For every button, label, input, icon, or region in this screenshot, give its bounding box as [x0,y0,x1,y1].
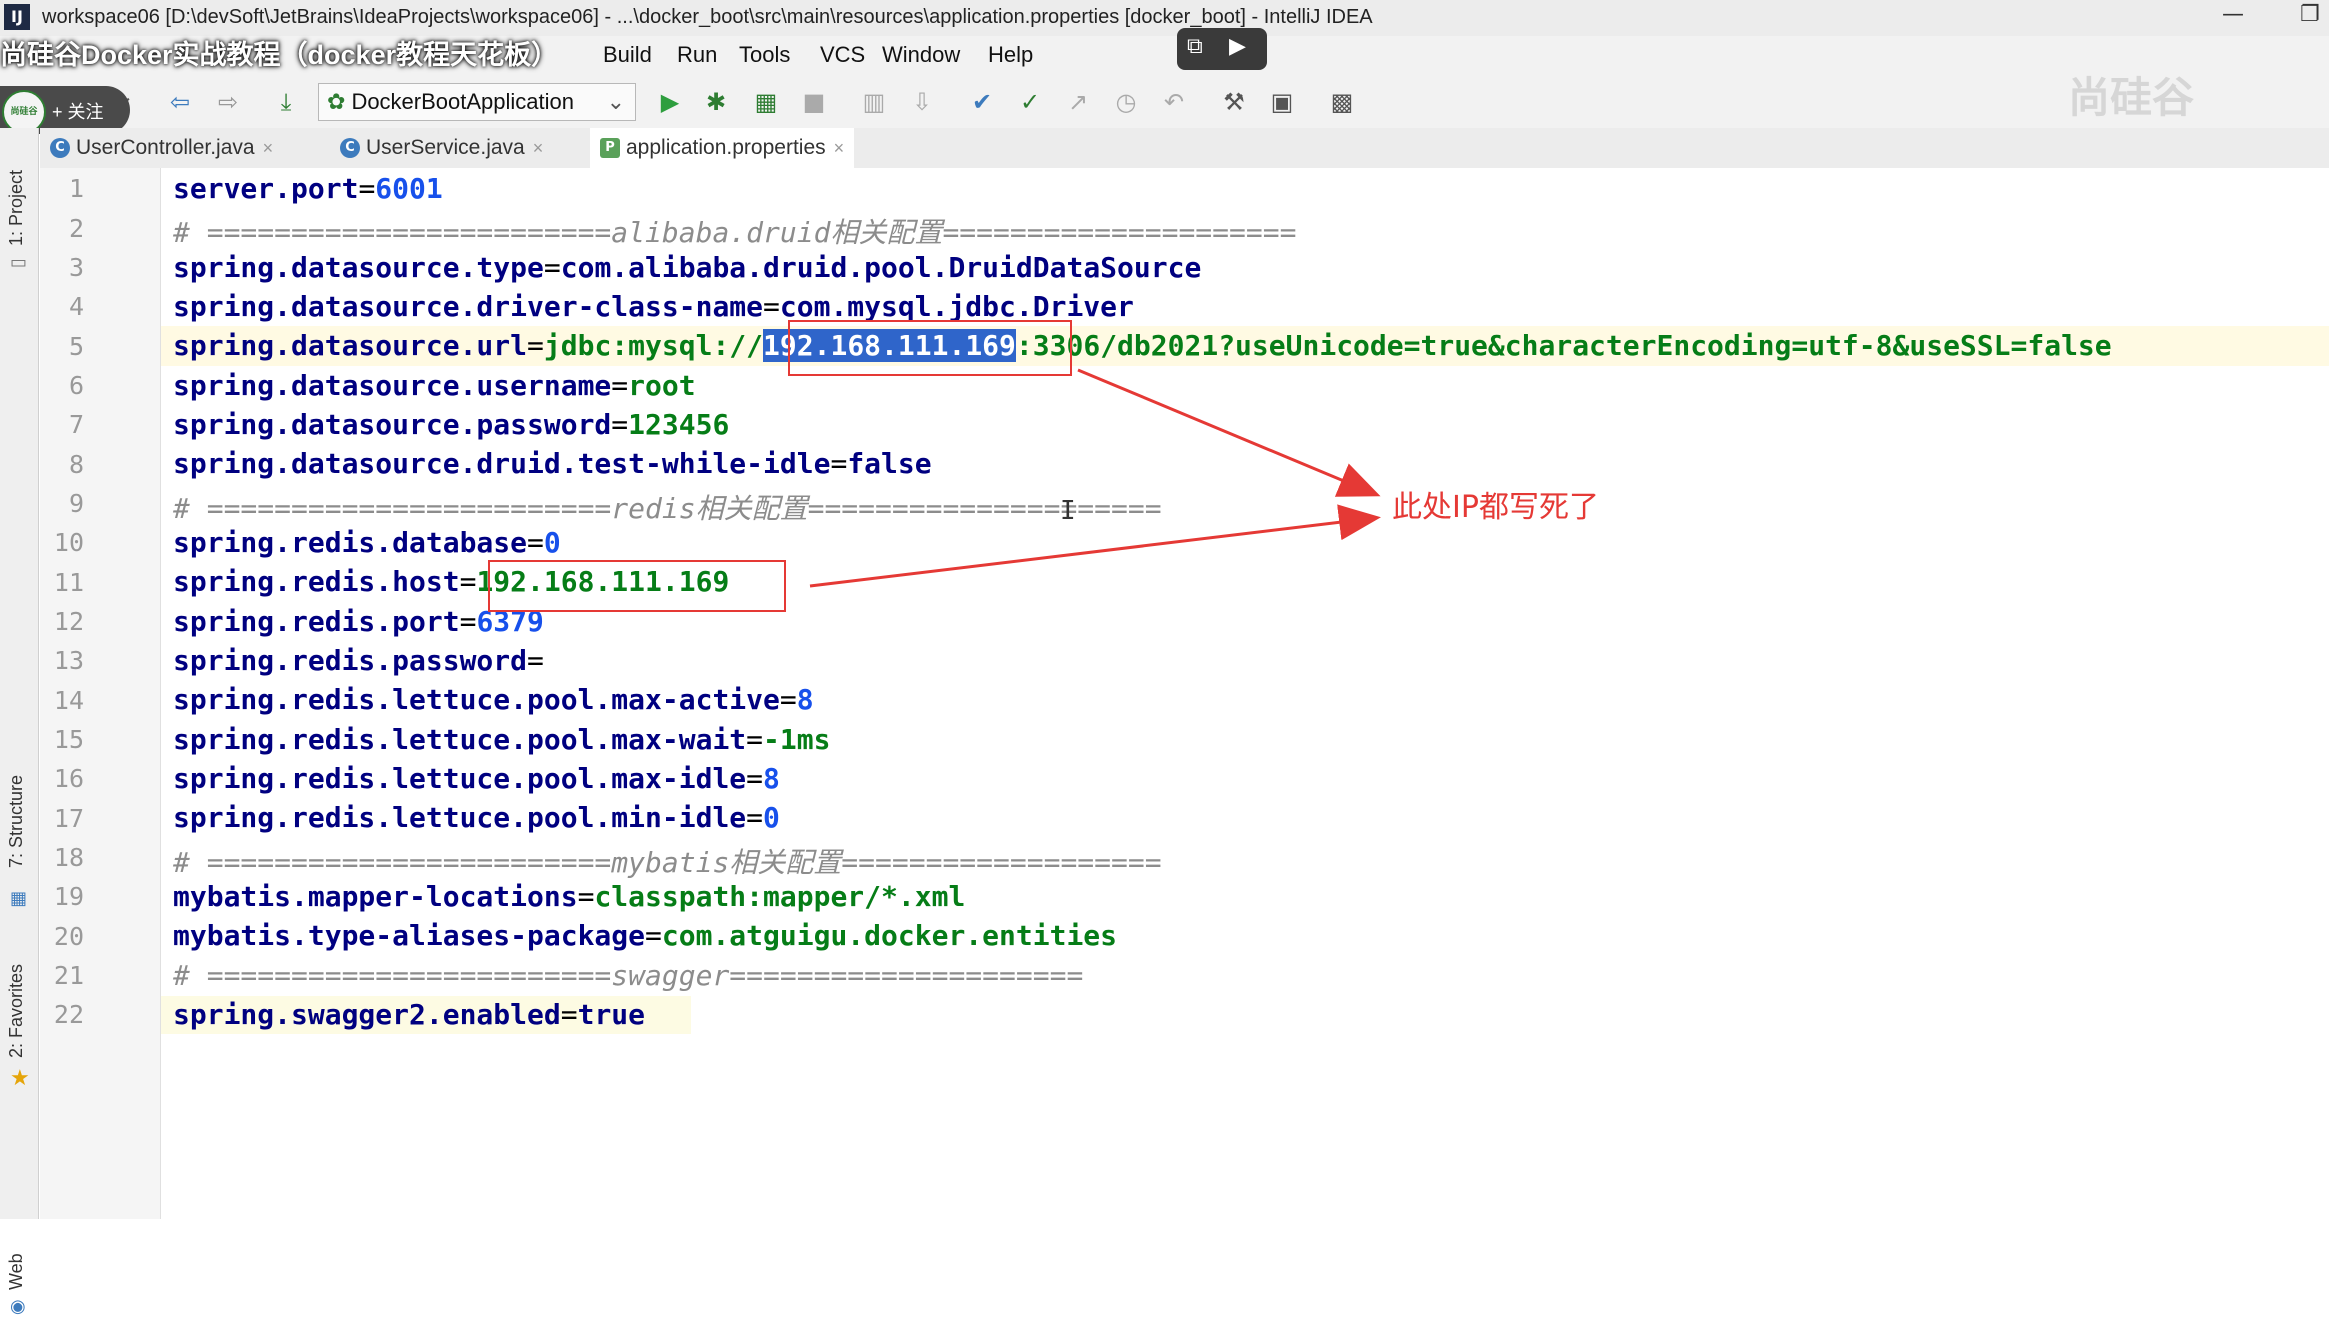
arrow-from-redis-ip [809,504,1381,588]
text-cursor-icon: I [1060,496,1076,526]
annotation-label: 此处IP都写死了 [1392,490,1599,525]
annotation-arrows [809,368,1381,588]
sidebar-web[interactable]: Web [6,1253,27,1290]
arrow-from-url-ip [1077,368,1381,497]
web-icon: ◉ [10,1296,26,1317]
